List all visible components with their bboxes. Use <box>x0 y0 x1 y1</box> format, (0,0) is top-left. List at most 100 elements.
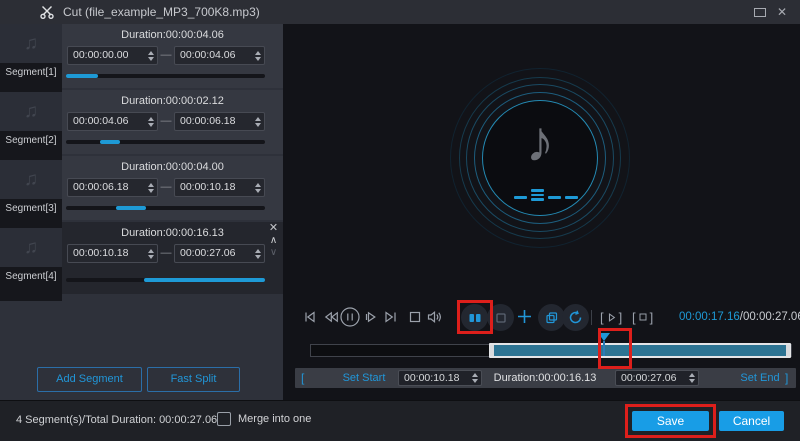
fast-split-button[interactable]: Fast Split <box>147 367 240 392</box>
time-stepper-icon[interactable] <box>255 249 261 259</box>
stop-button[interactable] <box>407 309 423 325</box>
selection-start-handle[interactable] <box>490 345 494 356</box>
annotation-box-save <box>625 404 716 438</box>
close-icon[interactable]: ✕ <box>774 4 790 20</box>
selection-end-handle[interactable] <box>786 345 790 356</box>
segment-range-fill <box>116 206 146 210</box>
time-display: 00:00:17.16/00:00:27.06 <box>679 311 800 323</box>
toolbar-divider <box>591 310 592 325</box>
stop-segment-button[interactable]: [ ] <box>632 309 653 325</box>
timeline-track[interactable] <box>310 344 792 357</box>
rewind-button[interactable] <box>323 309 339 325</box>
reset-button[interactable] <box>562 304 589 331</box>
timeline-selection[interactable] <box>489 343 791 358</box>
segment-card-1: Duration:00:00:04.06 00:00:00.00 — 00:00… <box>62 24 283 88</box>
skip-to-start-button[interactable] <box>302 309 318 325</box>
left-panel: ♫ Segment[1] ♫ Segment[2] ♫ Segment[3] ♫… <box>0 24 283 400</box>
segment-duration-label: Duration:00:00:02.12 <box>62 95 283 107</box>
annotation-box-playhead <box>598 328 632 369</box>
range-dash: — <box>158 112 174 131</box>
volume-icon[interactable] <box>426 309 442 325</box>
segment-range-fill <box>100 140 120 144</box>
end-time-input[interactable]: 00:00:27.06 <box>174 244 265 263</box>
set-range-bar: [ Set Start 00:00:10.18 Duration:00:00:1… <box>295 368 796 388</box>
copy-button[interactable] <box>538 304 565 331</box>
time-stepper-icon[interactable] <box>255 183 261 193</box>
annotation-box-split <box>457 300 493 334</box>
segment-range-slider[interactable] <box>66 278 265 282</box>
range-dash: — <box>158 244 174 263</box>
segment-thumbnail-label: Segment[4] <box>0 271 62 282</box>
range-dash: — <box>158 46 174 65</box>
start-time-input[interactable]: 00:00:04.06 <box>67 112 158 131</box>
window-title: Cut (file_example_MP3_700K8.mp3) <box>63 5 260 19</box>
time-stepper-icon[interactable] <box>148 183 154 193</box>
time-stepper-icon[interactable] <box>472 373 478 383</box>
music-note-icon[interactable]: ♫ <box>0 160 62 199</box>
segment-editor-list: Duration:00:00:04.06 00:00:00.00 — 00:00… <box>62 24 283 400</box>
move-down-icon[interactable]: ∨ <box>266 247 281 259</box>
segment-card-2: Duration:00:00:02.12 00:00:04.06 — 00:00… <box>62 90 283 154</box>
cut-dialog-window: Cut (file_example_MP3_700K8.mp3) ✕ ♫ Seg… <box>0 0 800 441</box>
segment-card-4-selected: Duration:00:00:16.13 00:00:10.18 — 00:00… <box>62 222 283 294</box>
segment-range-fill <box>144 278 265 282</box>
titlebar: Cut (file_example_MP3_700K8.mp3) ✕ <box>0 0 800 24</box>
delete-segment-icon[interactable]: ✕ <box>266 222 281 235</box>
maximize-icon[interactable] <box>754 8 766 17</box>
time-stepper-icon[interactable] <box>689 373 695 383</box>
range-end-input[interactable]: 00:00:27.06 <box>615 370 699 386</box>
start-time-input[interactable]: 00:00:06.18 <box>67 178 158 197</box>
end-time-input[interactable]: 00:00:04.06 <box>174 46 265 65</box>
merge-checkbox[interactable] <box>217 412 231 426</box>
time-stepper-icon[interactable] <box>148 249 154 259</box>
add-button[interactable] <box>516 308 532 324</box>
set-end-button[interactable]: Set End <box>729 368 791 388</box>
range-dash: — <box>158 178 174 197</box>
music-note-icon: ♪ <box>510 112 570 172</box>
segment-duration-label: Duration:00:00:04.06 <box>62 29 283 41</box>
set-start-button[interactable]: Set Start <box>333 368 395 388</box>
range-start-input[interactable]: 00:00:10.18 <box>398 370 482 386</box>
end-time-input[interactable]: 00:00:10.18 <box>174 178 265 197</box>
segments-status-text: 4 Segment(s)/Total Duration: 00:00:27.06 <box>16 414 217 426</box>
range-bracket-close: ] <box>785 368 788 388</box>
segment-card-3: Duration:00:00:04.00 00:00:06.18 — 00:00… <box>62 156 283 220</box>
merge-label: Merge into one <box>238 413 311 425</box>
end-time-input[interactable]: 00:00:06.18 <box>174 112 265 131</box>
time-stepper-icon[interactable] <box>148 117 154 127</box>
start-time-input[interactable]: 00:00:10.18 <box>67 244 158 263</box>
scissors-icon <box>39 4 55 20</box>
cancel-button[interactable]: Cancel <box>719 411 784 431</box>
segment-range-slider[interactable] <box>66 206 265 210</box>
segment-thumbnail-2[interactable]: ♫ Segment[2] <box>0 92 62 154</box>
segment-thumbnail-list: ♫ Segment[1] ♫ Segment[2] ♫ Segment[3] ♫… <box>0 24 62 301</box>
range-bracket-open: [ <box>301 368 304 388</box>
segment-range-slider[interactable] <box>66 74 265 78</box>
move-up-icon[interactable]: ∧ <box>266 235 281 247</box>
equalizer-icon <box>514 188 578 202</box>
time-stepper-icon[interactable] <box>148 51 154 61</box>
start-time-input[interactable]: 00:00:00.00 <box>67 46 158 65</box>
skip-to-end-button[interactable] <box>383 309 399 325</box>
segment-range-slider[interactable] <box>66 140 265 144</box>
music-note-icon[interactable]: ♫ <box>0 92 62 131</box>
segment-thumbnail-4[interactable]: ♫ Segment[4] <box>0 228 62 290</box>
segment-range-fill <box>66 74 98 78</box>
segment-thumbnail-label: Segment[1] <box>0 67 62 78</box>
step-forward-button[interactable] <box>363 309 379 325</box>
pause-button[interactable] <box>339 306 355 322</box>
play-segment-button[interactable]: [ ] <box>600 309 622 325</box>
music-note-icon[interactable]: ♫ <box>0 24 62 63</box>
segment-duration-label: Duration:00:00:16.13 <box>62 227 283 239</box>
range-duration-label: Duration:00:00:16.13 <box>488 368 602 388</box>
add-segment-button[interactable]: Add Segment <box>37 367 142 392</box>
segment-thumbnail-3[interactable]: ♫ Segment[3] <box>0 160 62 222</box>
preview-panel: ♪ <box>283 24 800 400</box>
segment-thumbnail-1[interactable]: ♫ Segment[1] <box>0 24 62 86</box>
segment-thumbnail-label: Segment[2] <box>0 135 62 146</box>
time-stepper-icon[interactable] <box>255 51 261 61</box>
segment-thumbnail-label: Segment[3] <box>0 203 62 214</box>
time-stepper-icon[interactable] <box>255 117 261 127</box>
segment-duration-label: Duration:00:00:04.00 <box>62 161 283 173</box>
music-note-icon[interactable]: ♫ <box>0 228 62 267</box>
